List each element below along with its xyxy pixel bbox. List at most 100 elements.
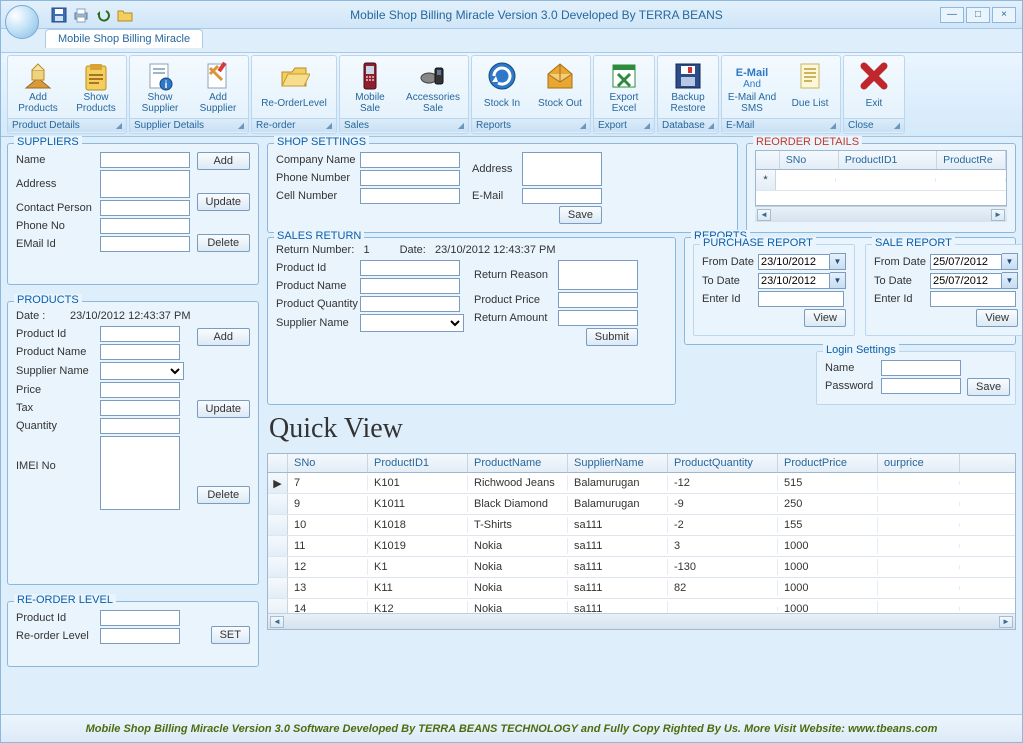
dialog-launcher-icon[interactable]: ◢ bbox=[458, 121, 464, 130]
dialog-launcher-icon[interactable]: ◢ bbox=[644, 121, 650, 130]
grid-header[interactable]: ProductQuantity bbox=[668, 454, 778, 472]
prod-sup-select[interactable] bbox=[100, 362, 184, 380]
table-row[interactable]: 10K1018T-Shirtssa111-2155 bbox=[268, 515, 1015, 536]
shop-addr-input[interactable] bbox=[522, 152, 602, 186]
prod-update-button[interactable]: Update bbox=[197, 400, 250, 418]
sr-to-input[interactable] bbox=[930, 273, 1002, 289]
login-save-button[interactable]: Save bbox=[967, 378, 1010, 396]
open-icon[interactable] bbox=[117, 7, 133, 23]
shop-company-input[interactable] bbox=[360, 152, 460, 168]
grid-header[interactable]: ProductName bbox=[468, 454, 568, 472]
pr-id-input[interactable] bbox=[758, 291, 844, 307]
sup-addr-input[interactable] bbox=[100, 170, 190, 198]
dialog-launcher-icon[interactable]: ◢ bbox=[894, 121, 900, 130]
sup-email-input[interactable] bbox=[100, 236, 190, 252]
table-row[interactable]: 9K1011Black DiamondBalamurugan-9250 bbox=[268, 494, 1015, 515]
ribbon-button[interactable]: Exit bbox=[846, 58, 902, 116]
sup-add-button[interactable]: Add bbox=[197, 152, 250, 170]
table-row[interactable]: ▶7K101Richwood JeansBalamurugan-12515 bbox=[268, 473, 1015, 494]
table-row[interactable]: 13K11Nokiasa111821000 bbox=[268, 578, 1015, 599]
sr-qty-input[interactable] bbox=[360, 296, 460, 312]
ribbon-tab-main[interactable]: Mobile Shop Billing Miracle bbox=[45, 29, 203, 48]
shop-save-button[interactable]: Save bbox=[559, 206, 602, 224]
sr-pname-input[interactable] bbox=[360, 278, 460, 294]
sup-contact-input[interactable] bbox=[100, 200, 190, 216]
dialog-launcher-icon[interactable]: ◢ bbox=[708, 121, 714, 130]
chevron-down-icon[interactable]: ▼ bbox=[830, 272, 846, 289]
prod-name-input[interactable] bbox=[100, 344, 180, 360]
chevron-down-icon[interactable]: ▼ bbox=[1002, 253, 1018, 270]
reorder-set-button[interactable]: SET bbox=[211, 626, 250, 644]
pr-from-input[interactable] bbox=[758, 254, 830, 270]
login-name-input[interactable] bbox=[881, 360, 961, 376]
reorder-col-sno[interactable]: SNo bbox=[780, 151, 839, 169]
ribbon-button[interactable]: iShow Supplier bbox=[132, 58, 188, 116]
sr-price-input[interactable] bbox=[558, 292, 638, 308]
dialog-launcher-icon[interactable]: ◢ bbox=[238, 121, 244, 130]
dialog-launcher-icon[interactable]: ◢ bbox=[830, 121, 836, 130]
prod-id-input[interactable] bbox=[100, 326, 180, 342]
sup-delete-button[interactable]: Delete bbox=[197, 234, 250, 252]
sup-name-input[interactable] bbox=[100, 152, 190, 168]
sr-submit-button[interactable]: Submit bbox=[586, 328, 638, 346]
prod-add-button[interactable]: Add bbox=[197, 328, 250, 346]
ribbon-button[interactable]: Stock In bbox=[474, 58, 530, 116]
prod-price-input[interactable] bbox=[100, 382, 180, 398]
login-pwd-input[interactable] bbox=[881, 378, 961, 394]
grid-header[interactable]: ProductID1 bbox=[368, 454, 468, 472]
ribbon-button[interactable]: Mobile Sale bbox=[342, 58, 398, 116]
reorder-new-row[interactable]: * bbox=[756, 170, 1006, 191]
grid-header[interactable]: ourprice bbox=[878, 454, 960, 472]
print-icon[interactable] bbox=[73, 7, 89, 23]
app-orb[interactable] bbox=[5, 5, 39, 39]
shop-cell-input[interactable] bbox=[360, 188, 460, 204]
sr-from-input[interactable] bbox=[930, 254, 1002, 270]
ribbon-button[interactable]: Add Supplier bbox=[190, 58, 246, 116]
prod-tax-input[interactable] bbox=[100, 400, 180, 416]
chevron-down-icon[interactable]: ▼ bbox=[830, 253, 846, 270]
reorder-pid-input[interactable] bbox=[100, 610, 180, 626]
chevron-down-icon[interactable]: ▼ bbox=[1002, 272, 1018, 289]
ribbon-button[interactable]: E-MailAndE-Mail And SMS bbox=[724, 58, 780, 116]
reorder-lvl-input[interactable] bbox=[100, 628, 180, 644]
dialog-launcher-icon[interactable]: ◢ bbox=[580, 121, 586, 130]
sup-update-button[interactable]: Update bbox=[197, 193, 250, 211]
minimize-button[interactable]: — bbox=[940, 7, 964, 23]
prod-imei-input[interactable] bbox=[100, 436, 180, 510]
maximize-button[interactable]: □ bbox=[966, 7, 990, 23]
dialog-launcher-icon[interactable]: ◢ bbox=[326, 121, 332, 130]
prod-qty-input[interactable] bbox=[100, 418, 180, 434]
srep-view-button[interactable]: View bbox=[976, 309, 1018, 327]
grid-header[interactable]: SupplierName bbox=[568, 454, 668, 472]
ribbon-button[interactable]: Export Excel bbox=[596, 58, 652, 116]
sr-amount-input[interactable] bbox=[558, 310, 638, 326]
sup-phone-input[interactable] bbox=[100, 218, 190, 234]
reorder-col-pid[interactable]: ProductID1 bbox=[839, 151, 937, 169]
sr-pid-input[interactable] bbox=[360, 260, 460, 276]
reorder-col-pre[interactable]: ProductRe bbox=[937, 151, 1006, 169]
save-icon[interactable] bbox=[51, 7, 67, 23]
close-button[interactable]: × bbox=[992, 7, 1016, 23]
ribbon-button[interactable]: Show Products bbox=[68, 58, 124, 116]
quickview-hscroll[interactable]: ◄► bbox=[268, 613, 1015, 629]
dialog-launcher-icon[interactable]: ◢ bbox=[116, 121, 122, 130]
ribbon-button[interactable]: Stock Out bbox=[532, 58, 588, 116]
pr-view-button[interactable]: View bbox=[804, 309, 846, 327]
prod-delete-button[interactable]: Delete bbox=[197, 486, 250, 504]
ribbon-button[interactable]: Accessories Sale bbox=[400, 58, 466, 116]
undo-icon[interactable] bbox=[95, 7, 111, 23]
sr-reason-input[interactable] bbox=[558, 260, 638, 290]
ribbon-button[interactable]: Due List bbox=[782, 58, 838, 116]
shop-phone-input[interactable] bbox=[360, 170, 460, 186]
sr-sup-select[interactable] bbox=[360, 314, 464, 332]
grid-header[interactable]: SNo bbox=[288, 454, 368, 472]
reorder-hscroll[interactable]: ◄► bbox=[755, 206, 1007, 222]
srep-id-input[interactable] bbox=[930, 291, 1016, 307]
shop-email-input[interactable] bbox=[522, 188, 602, 204]
ribbon-button[interactable]: Backup Restore bbox=[660, 58, 716, 116]
grid-header[interactable]: ProductPrice bbox=[778, 454, 878, 472]
table-row[interactable]: 11K1019Nokiasa11131000 bbox=[268, 536, 1015, 557]
ribbon-button[interactable]: Re-OrderLevel bbox=[254, 58, 334, 116]
table-row[interactable]: 12K1Nokiasa111-1301000 bbox=[268, 557, 1015, 578]
ribbon-button[interactable]: Add Products bbox=[10, 58, 66, 116]
